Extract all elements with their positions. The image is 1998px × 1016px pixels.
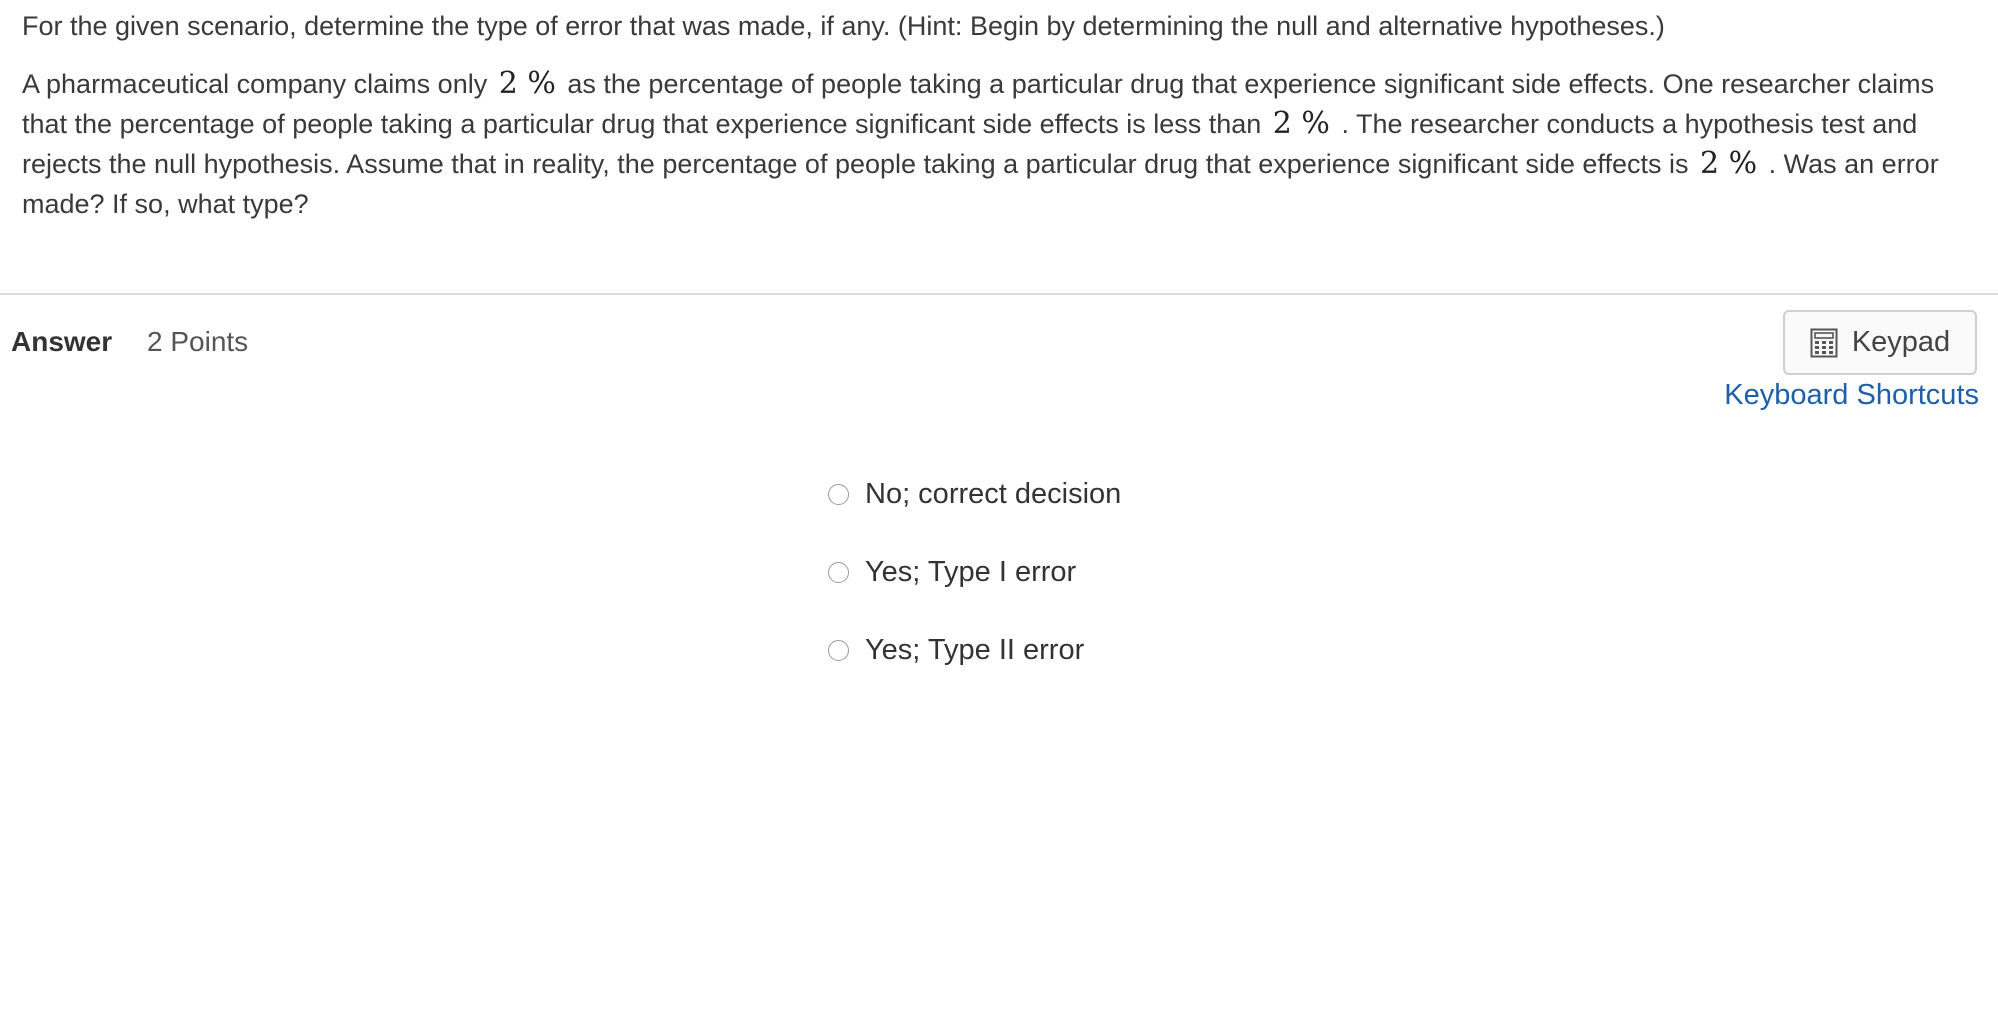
percentage-value-1: 2 % <box>498 66 556 101</box>
question-prompt: For the given scenario, determine the ty… <box>22 6 1972 224</box>
option-label: Yes; Type II error <box>865 633 1085 666</box>
percentage-value-2: 2 % <box>1272 106 1330 141</box>
percentage-value-3: 2 % <box>1699 146 1758 181</box>
calculator-icon <box>1810 328 1838 357</box>
option-type-i-error[interactable]: Yes; Type I error <box>828 548 1121 596</box>
question-page: For the given scenario, determine the ty… <box>0 0 1998 1016</box>
option-correct-decision[interactable]: No; correct decision <box>828 470 1121 518</box>
radio-button[interactable] <box>828 561 849 583</box>
radio-button[interactable] <box>828 639 849 661</box>
radio-button[interactable] <box>828 483 849 505</box>
answer-options: No; correct decision Yes; Type I error Y… <box>828 470 1121 704</box>
keypad-button[interactable]: Keypad <box>1783 310 1977 375</box>
answer-label: Answer <box>11 326 113 357</box>
option-label: Yes; Type I error <box>865 555 1077 588</box>
keypad-label: Keypad <box>1851 326 1951 358</box>
question-instruction: For the given scenario, determine the ty… <box>22 11 1665 41</box>
keyboard-shortcuts-link[interactable]: Keyboard Shortcuts <box>1724 379 1979 412</box>
question-scenario: A pharmaceutical company claims only 2 %… <box>22 64 1972 224</box>
section-divider <box>0 293 1998 295</box>
option-type-ii-error[interactable]: Yes; Type II error <box>828 626 1121 674</box>
option-label: No; correct decision <box>865 477 1122 510</box>
scenario-text-1: A pharmaceutical company claims only <box>22 69 488 99</box>
points-value: 2 Points <box>147 326 249 357</box>
